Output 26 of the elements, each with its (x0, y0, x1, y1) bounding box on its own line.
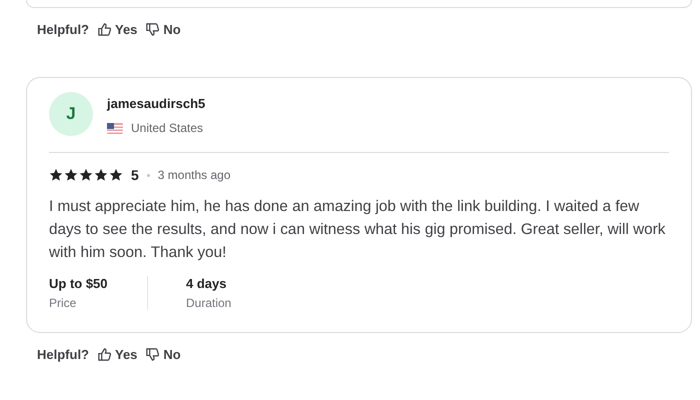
thumbs-up-icon (97, 346, 112, 362)
review-text: I must appreciate him, he has done an amazing job with the link building. I waited a few days to see the results, and now i can witness what his gig promised. Great seller, will work with him soon. Thank you! (49, 197, 666, 263)
detail-label: Price (49, 296, 78, 310)
helpful-label: Helpful? (37, 22, 89, 36)
thumbs-down-icon (145, 346, 160, 362)
detail-value: 4 days (186, 276, 228, 291)
no-button[interactable]: No (145, 346, 181, 362)
avatar: J (49, 92, 93, 136)
no-button[interactable]: No (145, 22, 181, 36)
rating-value: 5 (131, 167, 139, 183)
thumbs-down-icon (145, 22, 160, 36)
yes-button[interactable]: Yes (97, 346, 138, 362)
flag-icon (107, 122, 123, 134)
helpful-label: Helpful? (37, 346, 89, 362)
detail-label: Duration (186, 296, 232, 310)
star-icon (94, 168, 108, 182)
star-icon (64, 168, 78, 182)
yes-button[interactable]: Yes (97, 22, 138, 36)
star-icon (49, 168, 63, 182)
thumbs-up-icon (97, 22, 112, 36)
review-time: 3 months ago (158, 168, 231, 182)
detail-value: Up to $50 (49, 276, 109, 291)
username: jamesaudirsch5 (107, 96, 206, 111)
star-icon (109, 168, 123, 182)
star-icon (79, 168, 93, 182)
country: United States (131, 121, 204, 135)
